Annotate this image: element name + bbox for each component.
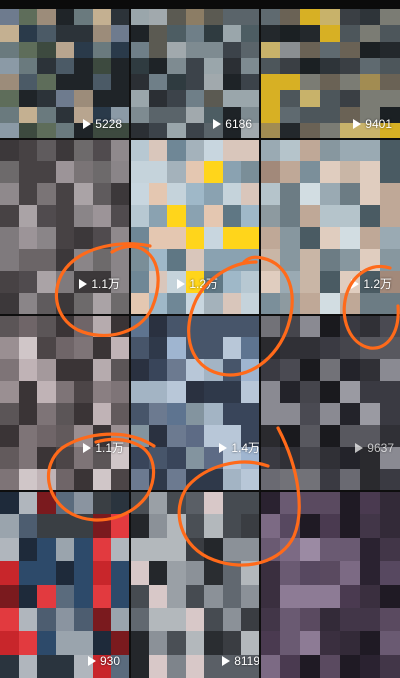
video-thumbnail[interactable] [260, 491, 400, 678]
play-icon [79, 279, 88, 289]
play-count: 6186 [213, 117, 252, 131]
video-thumbnail[interactable]: 1.1万 [0, 139, 130, 315]
play-count: 930 [87, 654, 120, 668]
thumbnail-mosaic [130, 315, 260, 491]
video-thumbnail[interactable]: 1.2万 [130, 139, 260, 315]
grid-divider [0, 138, 400, 140]
grid-divider [259, 9, 261, 678]
play-count-label: 9637 [367, 441, 394, 455]
play-count: 1.4万 [219, 441, 260, 455]
thumbnail-mosaic [260, 491, 400, 678]
play-icon [177, 279, 186, 289]
play-count: 1.2万 [351, 277, 392, 291]
play-icon [83, 443, 92, 453]
play-count-label: 1.4万 [231, 441, 260, 455]
play-count-label: 930 [99, 654, 120, 668]
play-count-label: 5228 [95, 117, 122, 131]
video-thumbnail[interactable]: 9401 [260, 9, 400, 139]
play-icon [83, 119, 92, 129]
play-count: 9637 [355, 441, 394, 455]
status-bar [0, 0, 400, 9]
play-count: 1.1万 [83, 441, 124, 455]
play-count-label: 8119 [234, 654, 260, 668]
play-count-label: 9401 [365, 117, 392, 131]
grid-divider [129, 9, 131, 678]
play-count-label: 1.2万 [363, 277, 392, 291]
thumbnail-mosaic [0, 491, 130, 678]
play-count: 1.2万 [177, 277, 218, 291]
play-count: 9401 [353, 117, 392, 131]
play-icon [87, 656, 96, 666]
play-icon [355, 443, 364, 453]
video-thumbnail[interactable]: 9637 [260, 315, 400, 491]
grid-divider [0, 314, 400, 316]
grid-divider [0, 490, 400, 492]
play-count: 1.1万 [79, 277, 120, 291]
play-icon [351, 279, 360, 289]
play-icon [219, 443, 228, 453]
play-count-label: 1.2万 [189, 277, 218, 291]
play-icon [222, 656, 231, 666]
play-count-label: 1.1万 [91, 277, 120, 291]
video-thumbnail[interactable]: 1.1万 [0, 315, 130, 491]
video-thumbnail[interactable]: 930 [0, 491, 130, 678]
thumbnail-mosaic [260, 315, 400, 491]
play-count-label: 1.1万 [95, 441, 124, 455]
video-thumbnail[interactable]: 6186 [130, 9, 260, 139]
video-thumbnail[interactable]: 1.2万 [260, 139, 400, 315]
play-count: 8119 [222, 654, 260, 668]
play-count: 5228 [83, 117, 122, 131]
video-thumbnail[interactable]: 1.4万 [130, 315, 260, 491]
video-thumbnail[interactable]: 8119 [130, 491, 260, 678]
play-icon [213, 119, 222, 129]
video-grid: 5228 6186 9401 1.1万 1.2万 1.2万 1.1万 1.4万 … [0, 9, 400, 678]
play-count-label: 6186 [225, 117, 252, 131]
thumbnail-mosaic [130, 491, 260, 678]
video-thumbnail[interactable]: 5228 [0, 9, 130, 139]
thumbnail-mosaic [0, 315, 130, 491]
play-icon [353, 119, 362, 129]
